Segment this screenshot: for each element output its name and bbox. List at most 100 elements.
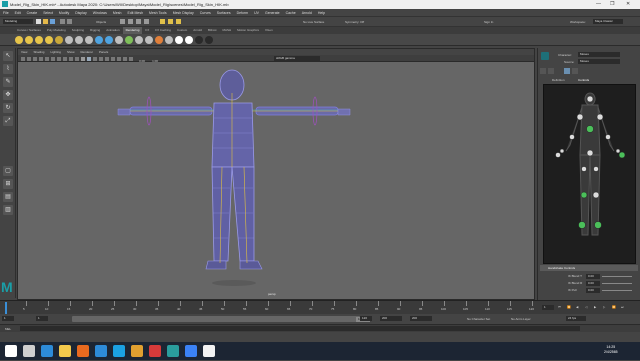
wireframe-icon[interactable] <box>81 56 85 61</box>
hik-effector-node[interactable] <box>580 191 588 199</box>
hik-attribute-slider[interactable] <box>602 283 632 284</box>
hik-effector-node[interactable] <box>592 191 600 199</box>
shelf-tool-icon[interactable] <box>65 36 73 44</box>
signin-button[interactable]: Sign In <box>484 20 493 24</box>
render-icon[interactable] <box>160 19 165 24</box>
lasso-tool-icon[interactable]: ⌇ <box>3 64 13 74</box>
safe-action-icon[interactable] <box>75 56 79 61</box>
start-time-field[interactable]: 1 <box>2 316 14 321</box>
menuset-dropdown[interactable]: Modeling <box>3 19 33 24</box>
shelf-tab-rigging[interactable]: Rigging <box>87 27 103 34</box>
outliner-layout-icon[interactable]: ▤ <box>3 192 13 202</box>
menu-select[interactable]: Select <box>43 9 53 17</box>
menu-edit[interactable]: Edit <box>15 9 21 17</box>
go-to-start-icon[interactable]: ⏮ <box>558 305 561 309</box>
go-to-end-icon[interactable]: ⏭ <box>621 305 624 309</box>
shelf-tab-mash[interactable]: MASH <box>219 27 234 34</box>
close-button[interactable]: ✕ <box>626 1 630 7</box>
menu-create[interactable]: Create <box>27 9 38 17</box>
word-icon[interactable] <box>185 345 197 357</box>
isolate-icon[interactable] <box>129 56 133 61</box>
shelf-tool-icon[interactable] <box>195 36 203 44</box>
open-scene-icon[interactable] <box>43 19 48 24</box>
rotate-tool-icon[interactable]: ↻ <box>3 103 13 113</box>
store-icon[interactable] <box>113 345 125 357</box>
camera-attr-icon[interactable] <box>27 56 31 61</box>
hik-effector-node[interactable] <box>594 221 602 229</box>
shelf-tool-icon[interactable] <box>155 36 163 44</box>
hik-section-header[interactable]: Handshake Controls <box>540 265 638 271</box>
step-forward-icon[interactable]: ▷ <box>603 305 605 309</box>
command-input[interactable] <box>20 326 580 331</box>
camera-icon[interactable] <box>21 56 25 61</box>
maya-taskbar-icon[interactable] <box>167 345 179 357</box>
hik-effector-node[interactable] <box>576 113 584 121</box>
script-language-label[interactable]: MEL <box>5 327 11 331</box>
media-icon[interactable] <box>149 345 161 357</box>
hik-attribute-slider[interactable] <box>602 290 632 291</box>
play-forward-icon[interactable]: ▶ <box>594 305 596 309</box>
shelf-tool-icon[interactable] <box>185 36 193 44</box>
grid-icon[interactable] <box>45 56 49 61</box>
textured-icon[interactable] <box>93 56 97 61</box>
shelf-tool-icon[interactable] <box>85 36 93 44</box>
menu-uv[interactable]: UV <box>254 9 259 17</box>
menu-surfaces[interactable]: Surfaces <box>217 9 231 17</box>
mail-icon[interactable] <box>95 345 107 357</box>
shelf-tool-icon[interactable] <box>165 36 173 44</box>
hik-effector-node[interactable] <box>559 148 565 154</box>
play-back-icon[interactable]: ◁ <box>585 305 587 309</box>
workspace-dropdown[interactable]: Maya Classic <box>593 19 623 24</box>
shelf-tab-fx-caching[interactable]: FX Caching <box>152 27 174 34</box>
menu-edit-mesh[interactable]: Edit Mesh <box>127 9 143 17</box>
hik-attribute-slider[interactable] <box>602 276 632 277</box>
menu-modify[interactable]: Modify <box>59 9 69 17</box>
menu-help[interactable]: Help <box>318 9 325 17</box>
film-gate-icon[interactable] <box>51 56 55 61</box>
source-dropdown[interactable]: Moses <box>578 59 620 64</box>
menu-arnold[interactable]: Arnold <box>302 9 312 17</box>
select-tool-icon[interactable]: ↖ <box>3 51 13 61</box>
menu-file[interactable]: File <box>3 9 9 17</box>
hik-body-icon[interactable] <box>564 68 570 74</box>
hik-effector-node[interactable] <box>618 151 626 159</box>
menu-windows[interactable]: Windows <box>93 9 107 17</box>
time-slider[interactable]: 5 10 15 20 25 30 35 40 45 50 55 60 65 70 75 80 85 90 95 100… <box>0 300 640 314</box>
shelf-tab-fx[interactable]: FX <box>142 27 152 34</box>
end-time-field[interactable]: 200 <box>380 316 402 321</box>
bookmark-icon[interactable] <box>33 56 37 61</box>
image-plane-icon[interactable] <box>39 56 43 61</box>
file-explorer-icon[interactable] <box>59 345 71 357</box>
hik-select-icon[interactable] <box>540 68 546 74</box>
lights-icon[interactable] <box>99 56 103 61</box>
shelf-tool-icon[interactable] <box>95 36 103 44</box>
current-time-marker[interactable] <box>5 302 7 314</box>
shelf-tool-icon[interactable] <box>75 36 83 44</box>
hik-effector-node[interactable] <box>586 149 594 157</box>
shelf-tool-icon[interactable] <box>175 36 183 44</box>
menu-cache[interactable]: Cache <box>286 9 296 17</box>
shelf-tab-rendering[interactable]: Rendering <box>122 27 143 34</box>
select-mode-label[interactable]: Objects <box>96 20 106 24</box>
anim-layer-dropdown[interactable]: No Anim Layer <box>511 317 531 321</box>
menu-mesh-tools[interactable]: Mesh Tools <box>149 9 167 17</box>
character-dropdown[interactable]: Moses <box>578 52 620 57</box>
hik-effector-node[interactable] <box>596 113 604 121</box>
minimize-button[interactable]: — <box>596 1 601 7</box>
shelf-tab-poly-modeling[interactable]: Poly Modeling <box>44 27 69 34</box>
snap-grid-icon[interactable] <box>120 19 125 24</box>
shadows-icon[interactable] <box>105 56 109 61</box>
hik-effector-node[interactable] <box>586 95 594 103</box>
menu-curves[interactable]: Curves <box>200 9 211 17</box>
shelf-tab-custom[interactable]: Custom <box>174 27 190 34</box>
tab-definition[interactable]: Definition <box>552 78 565 82</box>
shelf-tab-motion-graphics[interactable]: Motion Graphics <box>234 27 262 34</box>
symmetry-field[interactable]: Symmetry: Off <box>345 20 364 24</box>
menu-generate[interactable]: Generate <box>265 9 280 17</box>
hik-attribute-field[interactable]: 0.00 <box>586 281 600 286</box>
hik-effector-node[interactable] <box>555 152 561 158</box>
single-view-icon[interactable]: ▢ <box>3 166 13 176</box>
shelf-tool-icon[interactable] <box>105 36 113 44</box>
shelf-tool-icon[interactable] <box>205 36 213 44</box>
shelf-tool-icon[interactable] <box>45 36 53 44</box>
